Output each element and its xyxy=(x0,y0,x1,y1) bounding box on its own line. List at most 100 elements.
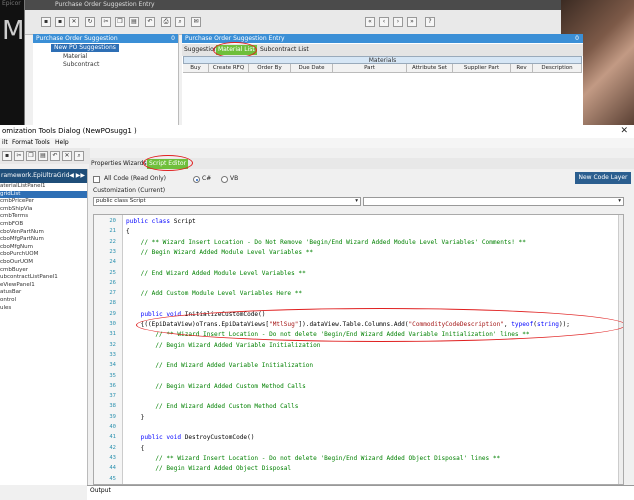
nav-arrows-icon[interactable]: ◀ ▶▶ xyxy=(69,169,85,183)
code-token: // End Wizard Added Custom Method Calls xyxy=(126,403,299,411)
first-record-icon[interactable]: « xyxy=(365,17,375,27)
cut-icon[interactable]: ✂ xyxy=(14,151,24,161)
control-list-item[interactable]: gridList xyxy=(0,190,87,199)
materials-grid-title: Materials xyxy=(183,56,582,64)
line-number: 29 xyxy=(109,310,116,317)
line-number: 20 xyxy=(109,218,116,224)
dialog-toolbar: ▪ ✂ ❐ ▤ ↶ ✕ ⌕ xyxy=(0,148,90,164)
print-icon[interactable]: ⎙ xyxy=(161,17,171,27)
control-list-item[interactable]: cboPurchUOM xyxy=(0,251,87,259)
control-list-item[interactable]: ules xyxy=(0,305,87,313)
column-header[interactable]: Part xyxy=(333,64,407,73)
line-number: 43 xyxy=(109,454,116,461)
delete-icon[interactable]: ✕ xyxy=(69,17,79,27)
entry-panel: Purchase Order Suggestion Entry 0 Sugges… xyxy=(182,34,583,125)
column-header[interactable]: Create RFQ xyxy=(209,64,249,73)
control-list-item[interactable]: cmbShipVia xyxy=(0,206,87,214)
find-icon[interactable]: ⌕ xyxy=(74,151,84,161)
column-header[interactable]: Due Date xyxy=(291,64,333,73)
materials-grid-body[interactable] xyxy=(183,73,582,125)
help-icon[interactable]: ? xyxy=(425,17,435,27)
search-icon[interactable]: ⌕ xyxy=(175,17,185,27)
undo-icon[interactable]: ↶ xyxy=(145,17,155,27)
member-dropdown[interactable]: ▾ xyxy=(363,197,624,206)
highlight-circle xyxy=(143,155,193,171)
entry-panel-count: 0 xyxy=(575,35,579,42)
chevron-down-icon[interactable]: ▾ xyxy=(355,198,358,205)
menu-item-format[interactable]: Format xyxy=(12,138,33,148)
csharp-radio[interactable] xyxy=(193,176,200,183)
vertical-scrollbar[interactable] xyxy=(618,215,623,484)
po-suggestion-window: Purchase Order Suggestion Entry ▪ ▪ ✕ ↻ … xyxy=(24,0,583,125)
code-token: // ** Wizard Insert Location - Do Not Re… xyxy=(126,238,526,246)
control-list-item[interactable]: cboMfgPartNum xyxy=(0,236,87,244)
all-code-checkbox[interactable] xyxy=(93,176,100,183)
control-list-item[interactable]: ubcontractListPanel1 xyxy=(0,274,87,282)
refresh-icon[interactable]: ↻ xyxy=(85,17,95,27)
control-list-item[interactable]: cmbPricePer xyxy=(0,198,87,206)
paste-icon[interactable]: ▤ xyxy=(38,151,48,161)
paste-icon[interactable]: ▤ xyxy=(129,17,139,27)
tree-node-new-po-suggestions[interactable]: New PO Suggestions xyxy=(51,44,119,52)
control-list-item[interactable]: cmbFOB xyxy=(0,221,87,229)
all-code-label: All Code (Read Only) xyxy=(104,175,167,182)
line-number: 31 xyxy=(109,331,116,338)
control-list-item[interactable]: atusBar xyxy=(0,289,87,297)
save-icon[interactable]: ▪ xyxy=(55,17,65,27)
delete-icon[interactable]: ✕ xyxy=(62,151,72,161)
column-header[interactable]: Buy xyxy=(183,64,209,73)
code-line: } xyxy=(126,414,145,421)
chevron-down-icon[interactable]: ▾ xyxy=(618,198,621,205)
undo-icon[interactable]: ↶ xyxy=(50,151,60,161)
save-icon[interactable]: ▪ xyxy=(2,151,12,161)
cut-icon[interactable]: ✂ xyxy=(101,17,111,27)
code-line: // ** Wizard Insert Location - Do Not Re… xyxy=(126,239,526,246)
tab-properties[interactable]: Properties xyxy=(89,159,123,169)
copy-icon[interactable]: ❐ xyxy=(115,17,125,27)
control-selector[interactable]: ramework.EpiUltraGrid ◀ ▶▶ xyxy=(0,169,87,183)
code-line: // End Wizard Added Variable Initializat… xyxy=(126,362,313,369)
code-line: { xyxy=(126,228,130,235)
control-list-item[interactable]: cmbBuyer xyxy=(0,267,87,275)
code-token: Script xyxy=(173,218,196,225)
new-icon[interactable]: ▪ xyxy=(41,17,51,27)
code-line: // ** Wizard Insert Location - Do not de… xyxy=(126,455,500,462)
control-list-item[interactable]: ontrol xyxy=(0,297,87,305)
menu-item[interactable]: ilt xyxy=(2,138,8,148)
code-line: { xyxy=(126,445,145,452)
attach-icon[interactable]: ✉ xyxy=(191,17,201,27)
tree-node-material[interactable]: Material xyxy=(63,53,87,61)
control-list-item[interactable]: eViewPanel1 xyxy=(0,282,87,290)
control-list-item[interactable]: cboVenPartNum xyxy=(0,229,87,237)
prev-record-icon[interactable]: ‹ xyxy=(379,17,389,27)
column-header[interactable]: Supplier Part xyxy=(453,64,511,73)
column-header[interactable]: Description xyxy=(533,64,582,73)
code-line: // End Wizard Added Module Level Variabl… xyxy=(126,270,306,277)
new-code-layer-button[interactable]: New Code Layer xyxy=(575,172,631,184)
close-icon[interactable]: ✕ xyxy=(620,125,628,138)
tab-subcontract-list[interactable]: Subcontract List xyxy=(258,45,311,55)
column-header[interactable]: Attribute Set xyxy=(407,64,453,73)
control-list-item[interactable]: aterialListPanel1 xyxy=(0,183,87,191)
column-header[interactable]: Order By xyxy=(249,64,291,73)
tree-node-subcontract[interactable]: Subcontract xyxy=(63,61,99,69)
menu-bar: ilt Format Tools Help xyxy=(0,138,634,148)
code-line: // Begin Wizard Added Custom Method Call… xyxy=(126,383,305,390)
code-editor[interactable]: 20 public class Script 21 {22 // ** Wizard … xyxy=(93,214,624,485)
code-line: public void DestroyCustomCode() xyxy=(126,434,255,441)
vb-radio[interactable] xyxy=(221,176,228,183)
menu-item-help[interactable]: Help xyxy=(55,138,69,148)
control-list-item[interactable]: cmbTerms xyxy=(0,213,87,221)
last-record-icon[interactable]: » xyxy=(407,17,417,27)
class-dropdown[interactable]: public class Script ▾ xyxy=(93,197,361,206)
control-list-item[interactable]: cboMfgNum xyxy=(0,244,87,252)
code-line: // Begin Wizard Added Variable Initializ… xyxy=(126,342,320,349)
left-title-fragment: Epicor xyxy=(2,0,21,7)
copy-icon[interactable]: ❐ xyxy=(26,151,36,161)
menu-item-tools[interactable]: Tools xyxy=(35,138,50,148)
next-record-icon[interactable]: › xyxy=(393,17,403,27)
control-list-item[interactable]: cboOurUOM xyxy=(0,259,87,267)
line-number: 35 xyxy=(109,372,116,379)
column-header[interactable]: Rev xyxy=(511,64,533,73)
control-selector-value: ramework.EpiUltraGrid xyxy=(1,172,70,179)
